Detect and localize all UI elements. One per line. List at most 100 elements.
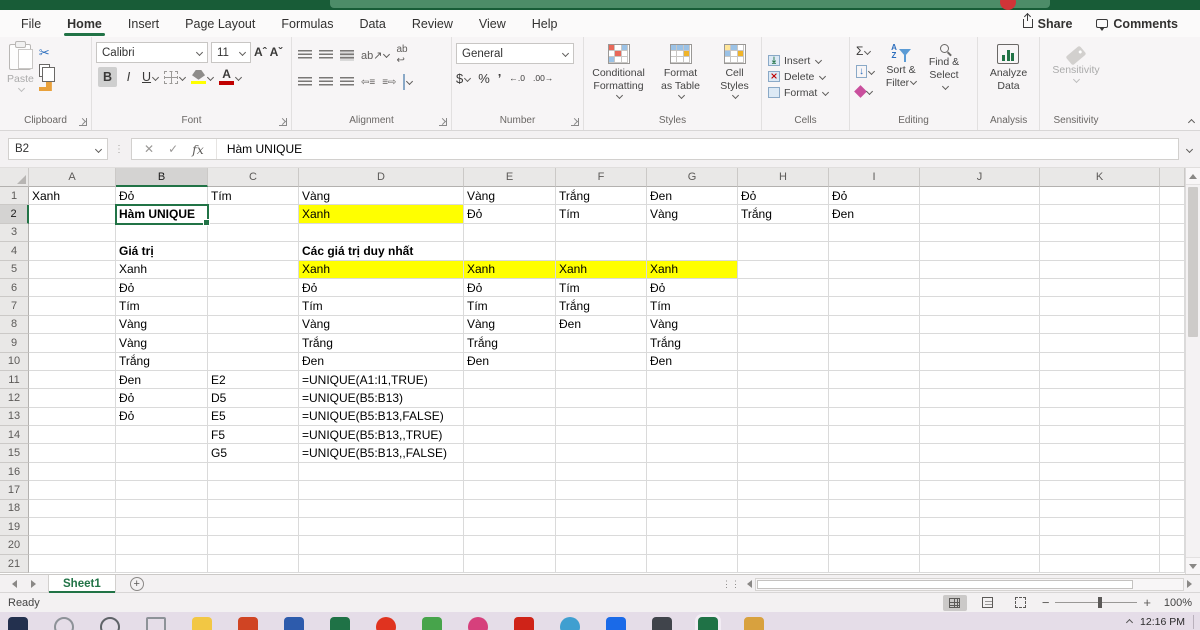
profile-badge[interactable]: [1000, 0, 1016, 10]
percent-button[interactable]: %: [478, 71, 490, 86]
cell-A3[interactable]: [29, 224, 116, 242]
cell-B20[interactable]: [116, 536, 208, 554]
cell-H4[interactable]: [738, 242, 829, 260]
bold-button[interactable]: B: [98, 67, 117, 87]
cell-E9[interactable]: Trắng: [464, 334, 556, 352]
increase-indent-icon[interactable]: ≡⇨: [382, 77, 396, 88]
cell-E5[interactable]: Xanh: [464, 261, 556, 279]
cell-C15[interactable]: G5: [208, 444, 299, 462]
align-middle-icon[interactable]: [319, 50, 333, 61]
tab-help[interactable]: Help: [519, 10, 571, 37]
increase-decimal-button[interactable]: ←.0: [509, 74, 525, 83]
cell-I3[interactable]: [829, 224, 920, 242]
col-header-B[interactable]: B: [116, 168, 208, 187]
col-header-I[interactable]: I: [829, 168, 920, 187]
row-header-4[interactable]: 4: [0, 242, 29, 260]
cell-B13[interactable]: Đỏ: [116, 408, 208, 426]
cell-H9[interactable]: [738, 334, 829, 352]
cell-C19[interactable]: [208, 518, 299, 536]
cell-E4[interactable]: [464, 242, 556, 260]
normal-view-button[interactable]: [943, 595, 967, 611]
cell-J5[interactable]: [920, 261, 1040, 279]
cell-C6[interactable]: [208, 279, 299, 297]
cell-A15[interactable]: [29, 444, 116, 462]
cell-J18[interactable]: [920, 500, 1040, 518]
cell-E19[interactable]: [464, 518, 556, 536]
formula-bar-splitter[interactable]: ⋮: [114, 144, 125, 155]
cell-I19[interactable]: [829, 518, 920, 536]
cell-B10[interactable]: Trắng: [116, 353, 208, 371]
cell-J19[interactable]: [920, 518, 1040, 536]
cell-F9[interactable]: [556, 334, 647, 352]
cell-K12[interactable]: [1040, 389, 1160, 407]
row-header-9[interactable]: 9: [0, 334, 29, 352]
align-top-icon[interactable]: [298, 50, 312, 61]
taskbar-clock[interactable]: 12:16 PM: [1140, 616, 1185, 628]
cell-B15[interactable]: [116, 444, 208, 462]
scroll-up-icon[interactable]: [1186, 168, 1200, 185]
cell-B12[interactable]: Đỏ: [116, 389, 208, 407]
cell-F13[interactable]: [556, 408, 647, 426]
cell-F20[interactable]: [556, 536, 647, 554]
cell-I16[interactable]: [829, 463, 920, 481]
cell-A20[interactable]: [29, 536, 116, 554]
cell-B21[interactable]: [116, 555, 208, 573]
cell-C21[interactable]: [208, 555, 299, 573]
cell-G6[interactable]: Đỏ: [647, 279, 738, 297]
powerpoint-icon[interactable]: [238, 617, 258, 630]
formula-input[interactable]: Hàm UNIQUE: [217, 142, 302, 156]
currency-button[interactable]: $: [456, 71, 470, 86]
cell-A11[interactable]: [29, 371, 116, 389]
cell-E21[interactable]: [464, 555, 556, 573]
cell-C14[interactable]: F5: [208, 426, 299, 444]
cell-H2[interactable]: Trắng: [738, 205, 829, 223]
cell-D12[interactable]: =UNIQUE(B5:B13): [299, 389, 464, 407]
cell-K10[interactable]: [1040, 353, 1160, 371]
grow-font-button[interactable]: Aˆ: [254, 47, 267, 58]
cell-J21[interactable]: [920, 555, 1040, 573]
font-color-button[interactable]: A: [217, 67, 243, 87]
analyze-data-button[interactable]: AnalyzeData: [985, 40, 1032, 95]
cell-C13[interactable]: E5: [208, 408, 299, 426]
tab-splitter-icon[interactable]: ⋮⋮: [722, 582, 740, 587]
cell-B3[interactable]: [116, 224, 208, 242]
opera-icon[interactable]: [376, 617, 396, 630]
cell-K17[interactable]: [1040, 481, 1160, 499]
cell-D1[interactable]: Vàng: [299, 187, 464, 205]
cell-A1[interactable]: Xanh: [29, 187, 116, 205]
cell-I14[interactable]: [829, 426, 920, 444]
teal-app-icon[interactable]: [560, 617, 580, 630]
cell-I6[interactable]: [829, 279, 920, 297]
cell-J17[interactable]: [920, 481, 1040, 499]
cell-I11[interactable]: [829, 371, 920, 389]
cell-H15[interactable]: [738, 444, 829, 462]
cell-F2[interactable]: Tím: [556, 205, 647, 223]
cell-G9[interactable]: Trắng: [647, 334, 738, 352]
cell-I4[interactable]: [829, 242, 920, 260]
cell-C3[interactable]: [208, 224, 299, 242]
cell-I8[interactable]: [829, 316, 920, 334]
cell-B5[interactable]: Xanh: [116, 261, 208, 279]
cell-C7[interactable]: [208, 297, 299, 315]
cell-I20[interactable]: [829, 536, 920, 554]
format-painter-icon[interactable]: [39, 82, 52, 91]
cell-I15[interactable]: [829, 444, 920, 462]
cell-J10[interactable]: [920, 353, 1040, 371]
cell-D18[interactable]: [299, 500, 464, 518]
cell-I2[interactable]: Đen: [829, 205, 920, 223]
cell-J12[interactable]: [920, 389, 1040, 407]
font-name-combo[interactable]: Calibri: [96, 42, 208, 63]
row-header-20[interactable]: 20: [0, 536, 29, 554]
cell-A21[interactable]: [29, 555, 116, 573]
share-button[interactable]: Share: [1015, 15, 1081, 33]
col-header-D[interactable]: D: [299, 168, 464, 187]
titlebar-search[interactable]: [330, 0, 1050, 8]
cell-H1[interactable]: Đỏ: [738, 187, 829, 205]
cell-D19[interactable]: [299, 518, 464, 536]
cell-K2[interactable]: [1040, 205, 1160, 223]
cell-B18[interactable]: [116, 500, 208, 518]
cell-H13[interactable]: [738, 408, 829, 426]
cell-I5[interactable]: [829, 261, 920, 279]
cell-I7[interactable]: [829, 297, 920, 315]
cell-K4[interactable]: [1040, 242, 1160, 260]
